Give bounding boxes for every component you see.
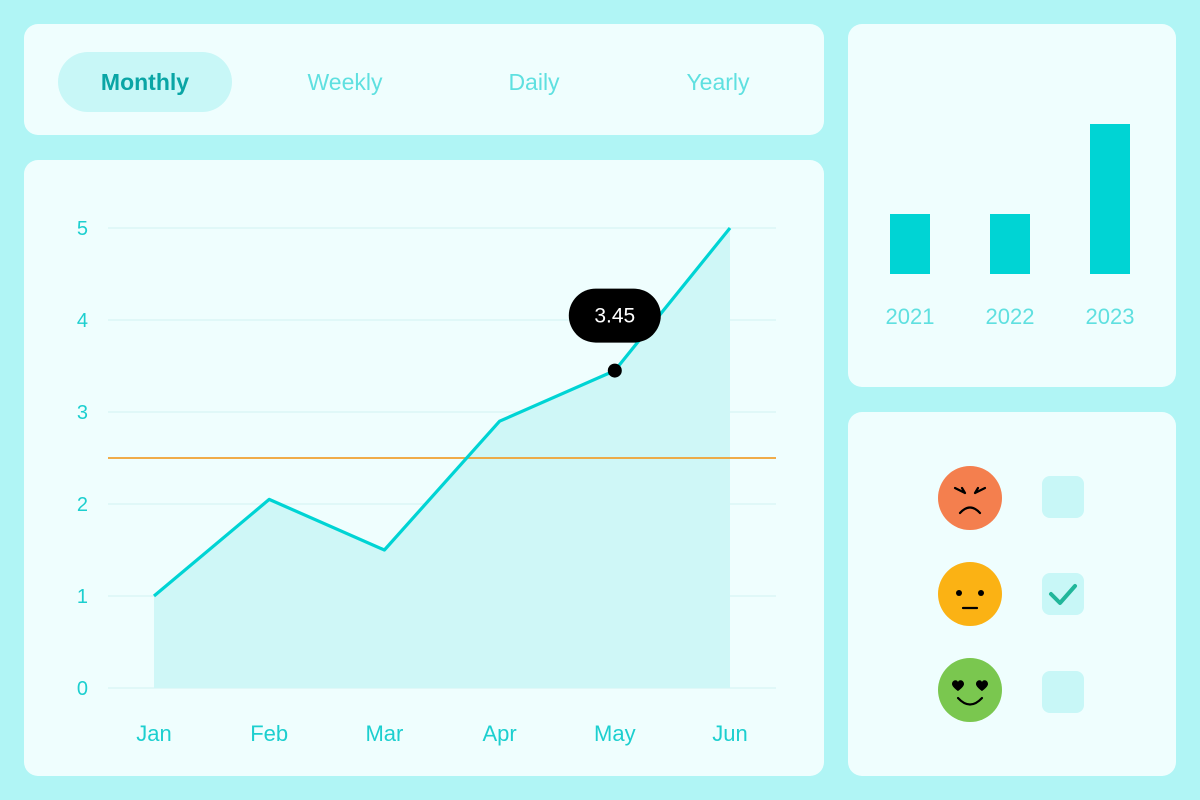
tab-daily[interactable]: Daily <box>464 52 604 112</box>
x-tick-label: May <box>594 721 636 746</box>
heart-eyes-checkbox[interactable] <box>1042 671 1084 713</box>
period-tabs-card: Monthly Weekly Daily Yearly <box>24 24 824 135</box>
angry-checkbox[interactable] <box>1042 476 1084 518</box>
y-tick-label: 4 <box>77 310 88 332</box>
neutral-checkbox[interactable] <box>1042 573 1084 615</box>
y-tick-label: 1 <box>77 586 88 608</box>
line-chart-card: 0 1 2 3 4 5 Jan Feb Mar Apr May Jun 3.45 <box>24 160 824 776</box>
bar-2021 <box>890 214 930 274</box>
tab-monthly[interactable]: Monthly <box>58 52 232 112</box>
bar-label: 2023 <box>1086 304 1135 329</box>
highlight-point <box>607 363 622 378</box>
x-tick-label: Jun <box>712 721 747 746</box>
x-tick-label: Mar <box>365 721 403 746</box>
x-tick-label: Apr <box>482 721 516 746</box>
heart-eyes-face-icon[interactable] <box>938 658 1002 722</box>
neutral-face-icon[interactable] <box>938 562 1002 626</box>
bar-label: 2021 <box>886 304 935 329</box>
mood-card <box>848 412 1176 776</box>
bar-label: 2022 <box>986 304 1035 329</box>
line-chart: 0 1 2 3 4 5 Jan Feb Mar Apr May Jun 3.45 <box>77 218 776 746</box>
tooltip-value: 3.45 <box>594 305 635 328</box>
y-tick-label: 0 <box>77 678 88 700</box>
x-tick-label: Feb <box>250 721 288 746</box>
bar-chart: 2021 2022 2023 <box>886 124 1135 329</box>
yearly-bar-chart-card: 2021 2022 2023 <box>848 24 1176 387</box>
y-tick-label: 5 <box>77 218 88 240</box>
bar-2023 <box>1090 124 1130 274</box>
checkmark-icon <box>1049 584 1077 605</box>
bar-2022 <box>990 214 1030 274</box>
x-tick-label: Jan <box>136 721 171 746</box>
angry-face-icon[interactable] <box>938 466 1002 530</box>
tab-yearly[interactable]: Yearly <box>648 52 788 112</box>
y-tick-label: 3 <box>77 402 88 424</box>
tab-weekly[interactable]: Weekly <box>270 52 420 112</box>
y-tick-label: 2 <box>77 494 88 516</box>
